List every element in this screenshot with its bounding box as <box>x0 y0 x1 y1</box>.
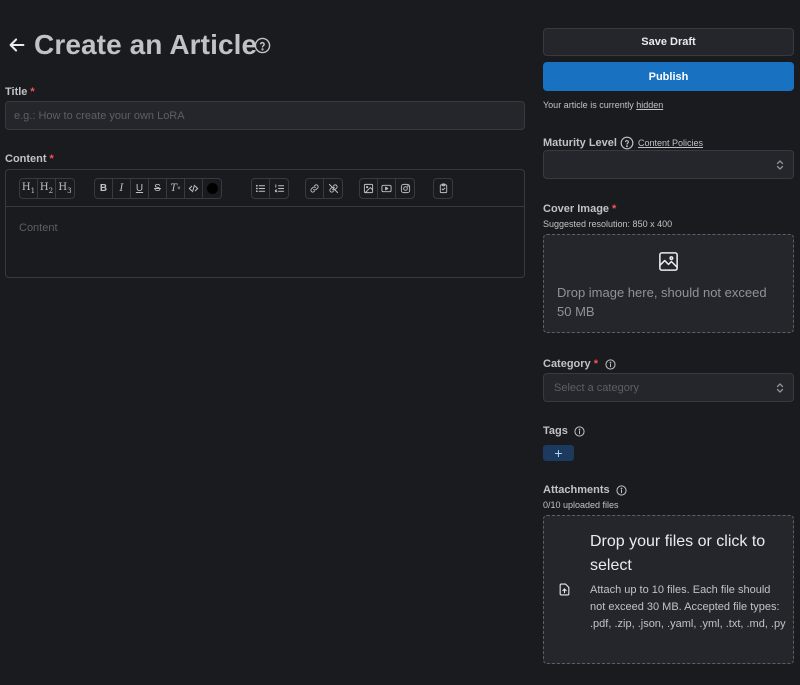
content-editor: H1 H2 H3 B I U S T × Content <box>5 169 525 278</box>
add-tag-button[interactable]: + <box>543 445 574 461</box>
title-input[interactable] <box>5 101 525 130</box>
italic-button[interactable]: I <box>113 179 131 198</box>
content-policies-link[interactable]: Content Policies <box>638 138 703 148</box>
content-label: Content * <box>5 153 54 165</box>
heading-1-button[interactable]: H1 <box>20 179 38 198</box>
required-asterisk: * <box>612 203 617 215</box>
color-swatch-icon <box>206 183 218 194</box>
editor-toolbar: H1 H2 H3 B I U S T × <box>6 170 524 207</box>
visibility-note: Your article is currently hidden <box>543 100 664 110</box>
info-icon[interactable] <box>616 484 627 496</box>
attachments-label: Attachments <box>543 484 627 496</box>
attachments-dropzone[interactable]: Drop your files or click to select Attac… <box>543 515 794 664</box>
category-label: Category * <box>543 358 616 370</box>
image-icon <box>657 250 680 273</box>
code-button[interactable] <box>185 179 203 198</box>
save-draft-button[interactable]: Save Draft <box>543 28 794 56</box>
maturity-select[interactable] <box>543 150 794 179</box>
clear-formatting-button[interactable]: T × <box>167 179 185 198</box>
required-asterisk: * <box>30 86 35 98</box>
heading-3-button[interactable]: H3 <box>56 179 74 198</box>
format-group: B I U S T × <box>94 178 222 199</box>
unlink-button[interactable] <box>324 179 342 198</box>
required-asterisk: * <box>49 153 54 165</box>
heading-2-button[interactable]: H2 <box>38 179 56 198</box>
cover-resolution-hint: Suggested resolution: 850 x 400 <box>543 219 673 229</box>
link-button[interactable] <box>306 179 324 198</box>
attachments-drop-title: Drop your files or click to select <box>590 533 766 574</box>
bold-button[interactable]: B <box>95 179 113 198</box>
insert-instagram-button[interactable] <box>396 179 414 198</box>
attachments-drop-description: Attach up to 10 files. Each file should … <box>590 584 786 630</box>
file-upload-icon <box>558 582 571 597</box>
list-group <box>251 178 289 199</box>
help-circle-icon[interactable] <box>254 37 271 54</box>
ordered-list-button[interactable] <box>270 179 288 198</box>
maturity-label: Maturity Level Content Policies <box>543 136 704 150</box>
title-label: Title * <box>5 86 35 98</box>
publish-button[interactable]: Publish <box>543 62 794 91</box>
strikethrough-button[interactable]: S <box>149 179 167 198</box>
media-group <box>359 178 415 199</box>
info-icon[interactable] <box>605 358 616 370</box>
paste-clipboard-button[interactable] <box>434 179 452 198</box>
page-title: Create an Article <box>34 29 258 60</box>
chevron-updown-icon <box>775 382 785 394</box>
required-asterisk: * <box>593 358 598 370</box>
attachments-count: 0/10 uploaded files <box>543 500 619 510</box>
extra-group <box>433 178 453 199</box>
back-arrow-icon[interactable] <box>6 34 28 56</box>
color-picker-button[interactable] <box>203 179 221 198</box>
content-textarea[interactable]: Content <box>19 222 58 234</box>
info-icon[interactable] <box>574 425 585 437</box>
chevron-updown-icon <box>775 159 785 171</box>
bullet-list-button[interactable] <box>252 179 270 198</box>
link-group <box>305 178 343 199</box>
visibility-link[interactable]: hidden <box>636 100 663 110</box>
tags-label: Tags <box>543 425 585 437</box>
insert-video-button[interactable] <box>378 179 396 198</box>
insert-image-button[interactable] <box>360 179 378 198</box>
help-circle-icon[interactable] <box>620 136 634 150</box>
cover-image-dropzone[interactable]: Drop image here, should not exceed 50 MB <box>543 234 794 333</box>
cover-image-label: Cover Image * <box>543 203 617 215</box>
underline-button[interactable]: U <box>131 179 149 198</box>
category-select[interactable]: Select a category <box>543 373 794 402</box>
cover-drop-text: Drop image here, should not exceed 50 MB <box>557 285 767 319</box>
heading-group: H1 H2 H3 <box>19 178 75 199</box>
